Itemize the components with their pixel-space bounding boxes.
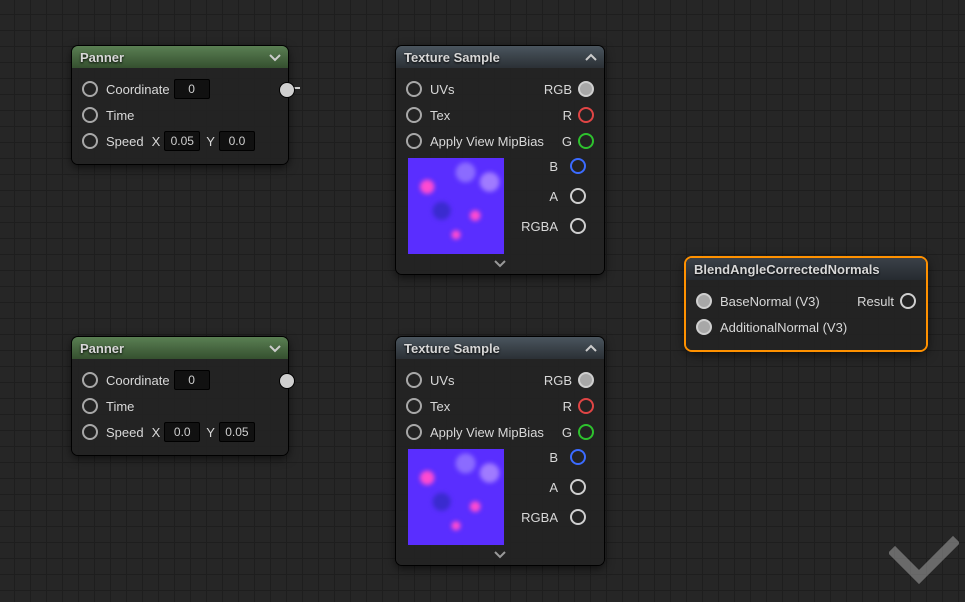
pin-in-coordinate[interactable] (82, 372, 98, 388)
node-title: Panner (80, 50, 124, 65)
pin-in-tex[interactable] (406, 398, 422, 414)
pin-in-mip[interactable] (406, 133, 422, 149)
input-coordinate-index[interactable]: 0 (174, 370, 210, 390)
label-coordinate: Coordinate (106, 82, 170, 97)
node-title: Texture Sample (404, 50, 500, 65)
pin-out-r[interactable] (578, 398, 594, 414)
label-result: Result (857, 294, 894, 309)
input-speed-y[interactable]: 0.05 (219, 422, 255, 442)
texture-preview[interactable] (408, 158, 504, 254)
label-tex: Tex (430, 399, 450, 414)
pin-out-g[interactable] (578, 133, 594, 149)
pin-in-uvs[interactable] (406, 372, 422, 388)
label-b: B (549, 450, 558, 465)
pin-in-coordinate[interactable] (82, 81, 98, 97)
label-mip: Apply View MipBias (430, 134, 544, 149)
label-rgb: RGB (544, 373, 572, 388)
node-header[interactable]: Texture Sample (396, 337, 604, 359)
node-title: Texture Sample (404, 341, 500, 356)
collapse-icon[interactable] (584, 341, 598, 355)
node-texture-sample-2[interactable]: Texture Sample UVs RGB Tex R Apply View … (396, 337, 604, 565)
collapse-icon[interactable] (268, 50, 282, 64)
pin-in-additional-normal[interactable] (696, 319, 712, 335)
input-coordinate-index[interactable]: 0 (174, 79, 210, 99)
label-coordinate: Coordinate (106, 373, 170, 388)
node-panner-1[interactable]: Panner Coordinate 0 Time Speed X 0.05 Y … (72, 46, 288, 164)
label-a: A (549, 189, 558, 204)
label-a: A (549, 480, 558, 495)
expand-down-icon[interactable] (406, 256, 594, 270)
label-g: G (562, 134, 572, 149)
label-g: G (562, 425, 572, 440)
pin-in-time[interactable] (82, 107, 98, 123)
label-mip: Apply View MipBias (430, 425, 544, 440)
label-tex: Tex (430, 108, 450, 123)
pin-out-rgba[interactable] (570, 509, 586, 525)
node-panner-2[interactable]: Panner Coordinate 0 Time Speed X 0.0 Y 0… (72, 337, 288, 455)
label-y: Y (206, 425, 215, 440)
pin-in-speed[interactable] (82, 133, 98, 149)
label-rgba: RGBA (521, 219, 558, 234)
pin-out-g[interactable] (578, 424, 594, 440)
pin-out[interactable] (279, 373, 295, 389)
label-r: R (563, 399, 572, 414)
node-blend-angle-corrected-normals[interactable]: BlendAngleCorrectedNormals BaseNormal (V… (686, 258, 926, 350)
pin-in-uvs[interactable] (406, 81, 422, 97)
pin-in-time[interactable] (82, 398, 98, 414)
pin-out[interactable] (279, 82, 295, 98)
watermark-icon (889, 535, 959, 598)
node-header[interactable]: Texture Sample (396, 46, 604, 68)
label-x: X (152, 134, 161, 149)
pin-in-tex[interactable] (406, 107, 422, 123)
label-y: Y (206, 134, 215, 149)
label-rgba: RGBA (521, 510, 558, 525)
pin-out-result[interactable] (900, 293, 916, 309)
pin-out-a[interactable] (570, 479, 586, 495)
texture-preview[interactable] (408, 449, 504, 545)
node-header[interactable]: Panner (72, 337, 288, 359)
pin-in-mip[interactable] (406, 424, 422, 440)
node-title: Panner (80, 341, 124, 356)
pin-out-b[interactable] (570, 449, 586, 465)
collapse-icon[interactable] (268, 341, 282, 355)
pin-in-speed[interactable] (82, 424, 98, 440)
label-additional-normal: AdditionalNormal (V3) (720, 320, 847, 335)
node-header[interactable]: Panner (72, 46, 288, 68)
node-title: BlendAngleCorrectedNormals (694, 262, 880, 277)
collapse-icon[interactable] (584, 50, 598, 64)
label-base-normal: BaseNormal (V3) (720, 294, 820, 309)
label-speed: Speed (106, 134, 144, 149)
pin-out-a[interactable] (570, 188, 586, 204)
input-speed-x[interactable]: 0.0 (164, 422, 200, 442)
label-r: R (563, 108, 572, 123)
pin-out-rgb[interactable] (578, 81, 594, 97)
pin-out-r[interactable] (578, 107, 594, 123)
node-header[interactable]: BlendAngleCorrectedNormals (686, 258, 926, 280)
pin-out-rgba[interactable] (570, 218, 586, 234)
input-speed-y[interactable]: 0.0 (219, 131, 255, 151)
label-rgb: RGB (544, 82, 572, 97)
label-uvs: UVs (430, 373, 455, 388)
input-speed-x[interactable]: 0.05 (164, 131, 200, 151)
label-b: B (549, 159, 558, 174)
node-texture-sample-1[interactable]: Texture Sample UVs RGB Tex R Apply View … (396, 46, 604, 274)
expand-down-icon[interactable] (406, 547, 594, 561)
label-time: Time (106, 108, 134, 123)
pin-out-b[interactable] (570, 158, 586, 174)
label-speed: Speed (106, 425, 144, 440)
label-time: Time (106, 399, 134, 414)
pin-in-base-normal[interactable] (696, 293, 712, 309)
label-uvs: UVs (430, 82, 455, 97)
label-x: X (152, 425, 161, 440)
pin-out-rgb[interactable] (578, 372, 594, 388)
